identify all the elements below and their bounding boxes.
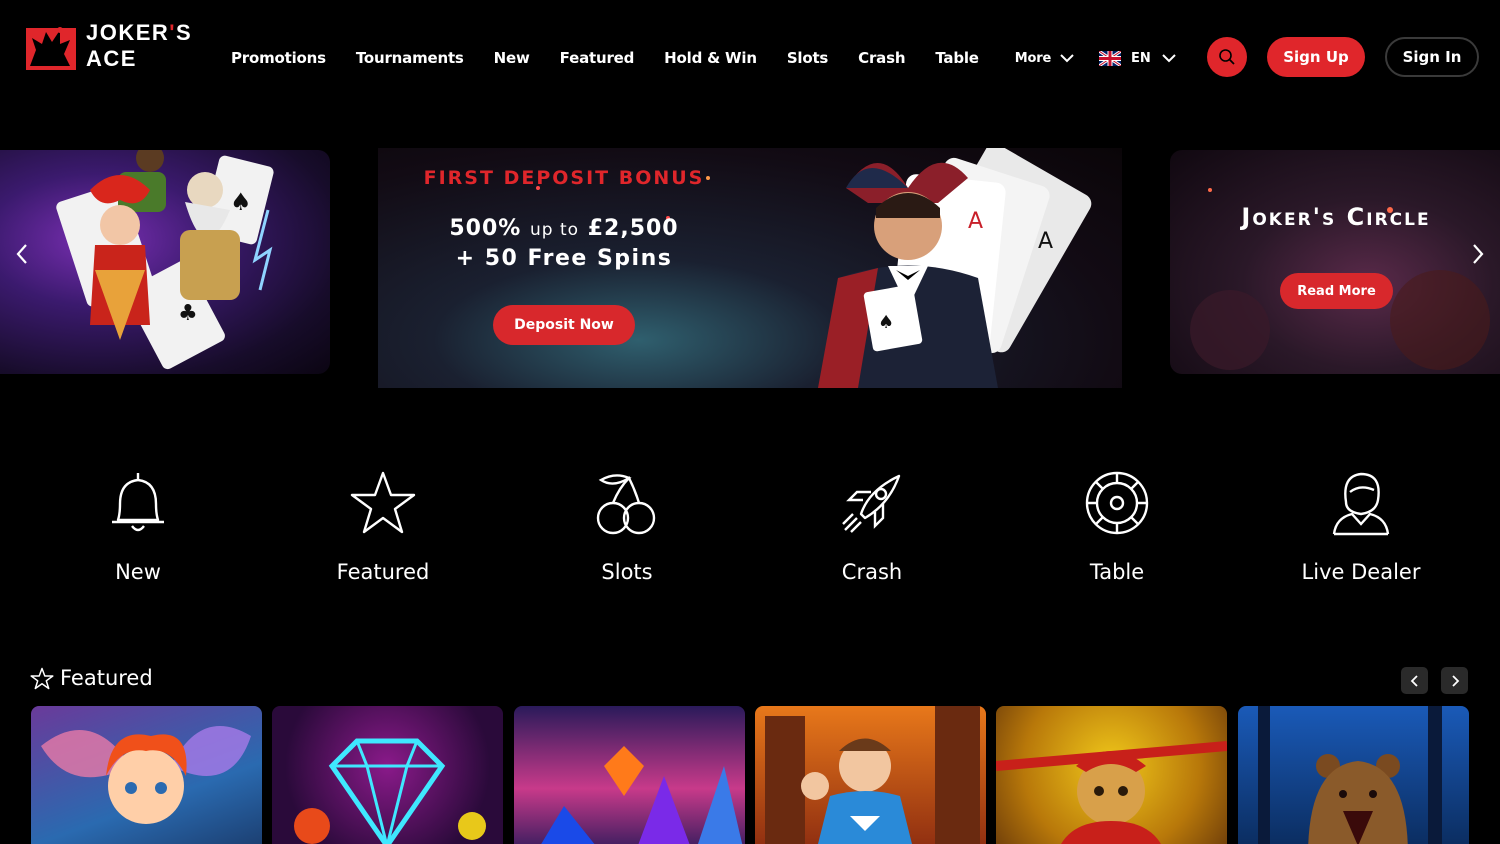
featured-title: Featured bbox=[60, 666, 153, 690]
game-tile[interactable] bbox=[272, 706, 503, 844]
language-code: EN bbox=[1131, 50, 1151, 66]
dealer-icon bbox=[1332, 472, 1390, 536]
category-slots[interactable]: Slots bbox=[542, 470, 712, 590]
nav-crash[interactable]: Crash bbox=[858, 49, 905, 67]
game-tile[interactable] bbox=[755, 706, 986, 844]
category-new[interactable]: New bbox=[53, 470, 223, 590]
promo-amount: 500% up to £2,500 bbox=[449, 216, 679, 241]
neon-diamond-game-artwork bbox=[294, 738, 486, 844]
nav-promotions[interactable]: Promotions bbox=[231, 49, 326, 67]
svg-text:♠: ♠ bbox=[878, 312, 894, 333]
chevron-left-icon bbox=[1410, 674, 1418, 687]
svg-text:♠: ♠ bbox=[230, 188, 252, 216]
monkey-king-game-artwork bbox=[996, 741, 1227, 844]
superhero-game-artwork bbox=[765, 706, 980, 844]
main-nav: Promotions Tournaments New Featured Hold… bbox=[231, 46, 1105, 70]
featured-prev-button[interactable] bbox=[1401, 667, 1428, 694]
casino-background-illustration bbox=[1190, 188, 1490, 370]
promo-free-spins: + 50 Free Spins bbox=[455, 246, 673, 271]
roulette-icon bbox=[1085, 471, 1149, 535]
bear-game-artwork bbox=[1258, 706, 1442, 844]
chevron-right-icon bbox=[1473, 244, 1484, 264]
category-label: Crash bbox=[841, 560, 903, 584]
site-header: JOKER'S ACE Promotions Tournaments New F… bbox=[0, 0, 1500, 110]
category-label: Table bbox=[1089, 560, 1145, 584]
nav-table[interactable]: Table bbox=[935, 49, 979, 67]
hero-slide-jokers-circle[interactable] bbox=[1170, 150, 1500, 374]
read-more-button[interactable]: Read More bbox=[1280, 273, 1393, 309]
bell-icon bbox=[112, 473, 164, 532]
category-table[interactable]: Table bbox=[1032, 470, 1202, 590]
featured-next-button[interactable] bbox=[1441, 667, 1468, 694]
uk-flag-icon bbox=[1099, 50, 1121, 66]
category-label: Slots bbox=[601, 560, 653, 584]
carousel-next-button[interactable] bbox=[1466, 240, 1490, 268]
svg-text:A: A bbox=[1038, 229, 1053, 254]
sign-in-button[interactable]: Sign In bbox=[1385, 37, 1479, 77]
category-featured[interactable]: Featured bbox=[298, 470, 468, 590]
star-icon bbox=[350, 471, 416, 534]
category-crash[interactable]: Crash bbox=[787, 470, 957, 590]
nav-new[interactable]: New bbox=[494, 49, 530, 67]
cherries-icon bbox=[596, 474, 656, 535]
game-tile[interactable] bbox=[1238, 706, 1469, 844]
sign-up-button[interactable]: Sign Up bbox=[1267, 37, 1365, 77]
fairy-game-artwork bbox=[41, 726, 251, 824]
hero-slide-previous[interactable]: ♠ ♣ bbox=[0, 150, 330, 374]
nav-tournaments[interactable]: Tournaments bbox=[356, 49, 464, 67]
search-button[interactable] bbox=[1207, 37, 1247, 77]
game-tile[interactable] bbox=[996, 706, 1227, 844]
rocket-icon bbox=[842, 474, 901, 533]
jester-characters-illustration: ♠ ♣ bbox=[56, 150, 274, 370]
jokers-circle-title: Joker's Circle bbox=[1241, 203, 1431, 231]
brand-wordmark: JOKER'S ACE bbox=[86, 20, 193, 71]
nav-hold-win[interactable]: Hold & Win bbox=[664, 49, 757, 67]
featured-section-header: Featured bbox=[30, 666, 153, 690]
chevron-right-icon bbox=[1451, 674, 1459, 687]
nav-more-label: More bbox=[1014, 50, 1052, 66]
game-tile[interactable] bbox=[31, 706, 262, 844]
nav-slots[interactable]: Slots bbox=[787, 49, 829, 67]
star-icon bbox=[30, 667, 54, 689]
game-tile[interactable] bbox=[514, 706, 745, 844]
promo-title: First Deposit Bonus bbox=[423, 167, 705, 189]
carousel-prev-button[interactable] bbox=[10, 240, 34, 268]
nav-more-dropdown[interactable]: More bbox=[1015, 51, 1075, 66]
category-label: New bbox=[115, 560, 161, 584]
brand-logo[interactable]: JOKER'S ACE bbox=[26, 18, 191, 74]
svg-text:A: A bbox=[968, 209, 983, 234]
category-live-dealer[interactable]: Live Dealer bbox=[1276, 470, 1446, 590]
jester-logo-icon bbox=[26, 27, 76, 70]
chevron-down-icon bbox=[1060, 54, 1074, 63]
category-label: Featured bbox=[336, 560, 430, 584]
gems-game-artwork bbox=[541, 746, 743, 844]
category-label: Live Dealer bbox=[1301, 560, 1421, 584]
nav-featured[interactable]: Featured bbox=[560, 49, 635, 67]
chevron-left-icon bbox=[16, 244, 27, 264]
deposit-now-button[interactable]: Deposit Now bbox=[493, 305, 635, 345]
language-selector[interactable]: EN bbox=[1099, 46, 1177, 70]
svg-text:♣: ♣ bbox=[178, 301, 198, 326]
search-icon bbox=[1219, 49, 1235, 65]
chevron-down-icon bbox=[1162, 54, 1176, 63]
